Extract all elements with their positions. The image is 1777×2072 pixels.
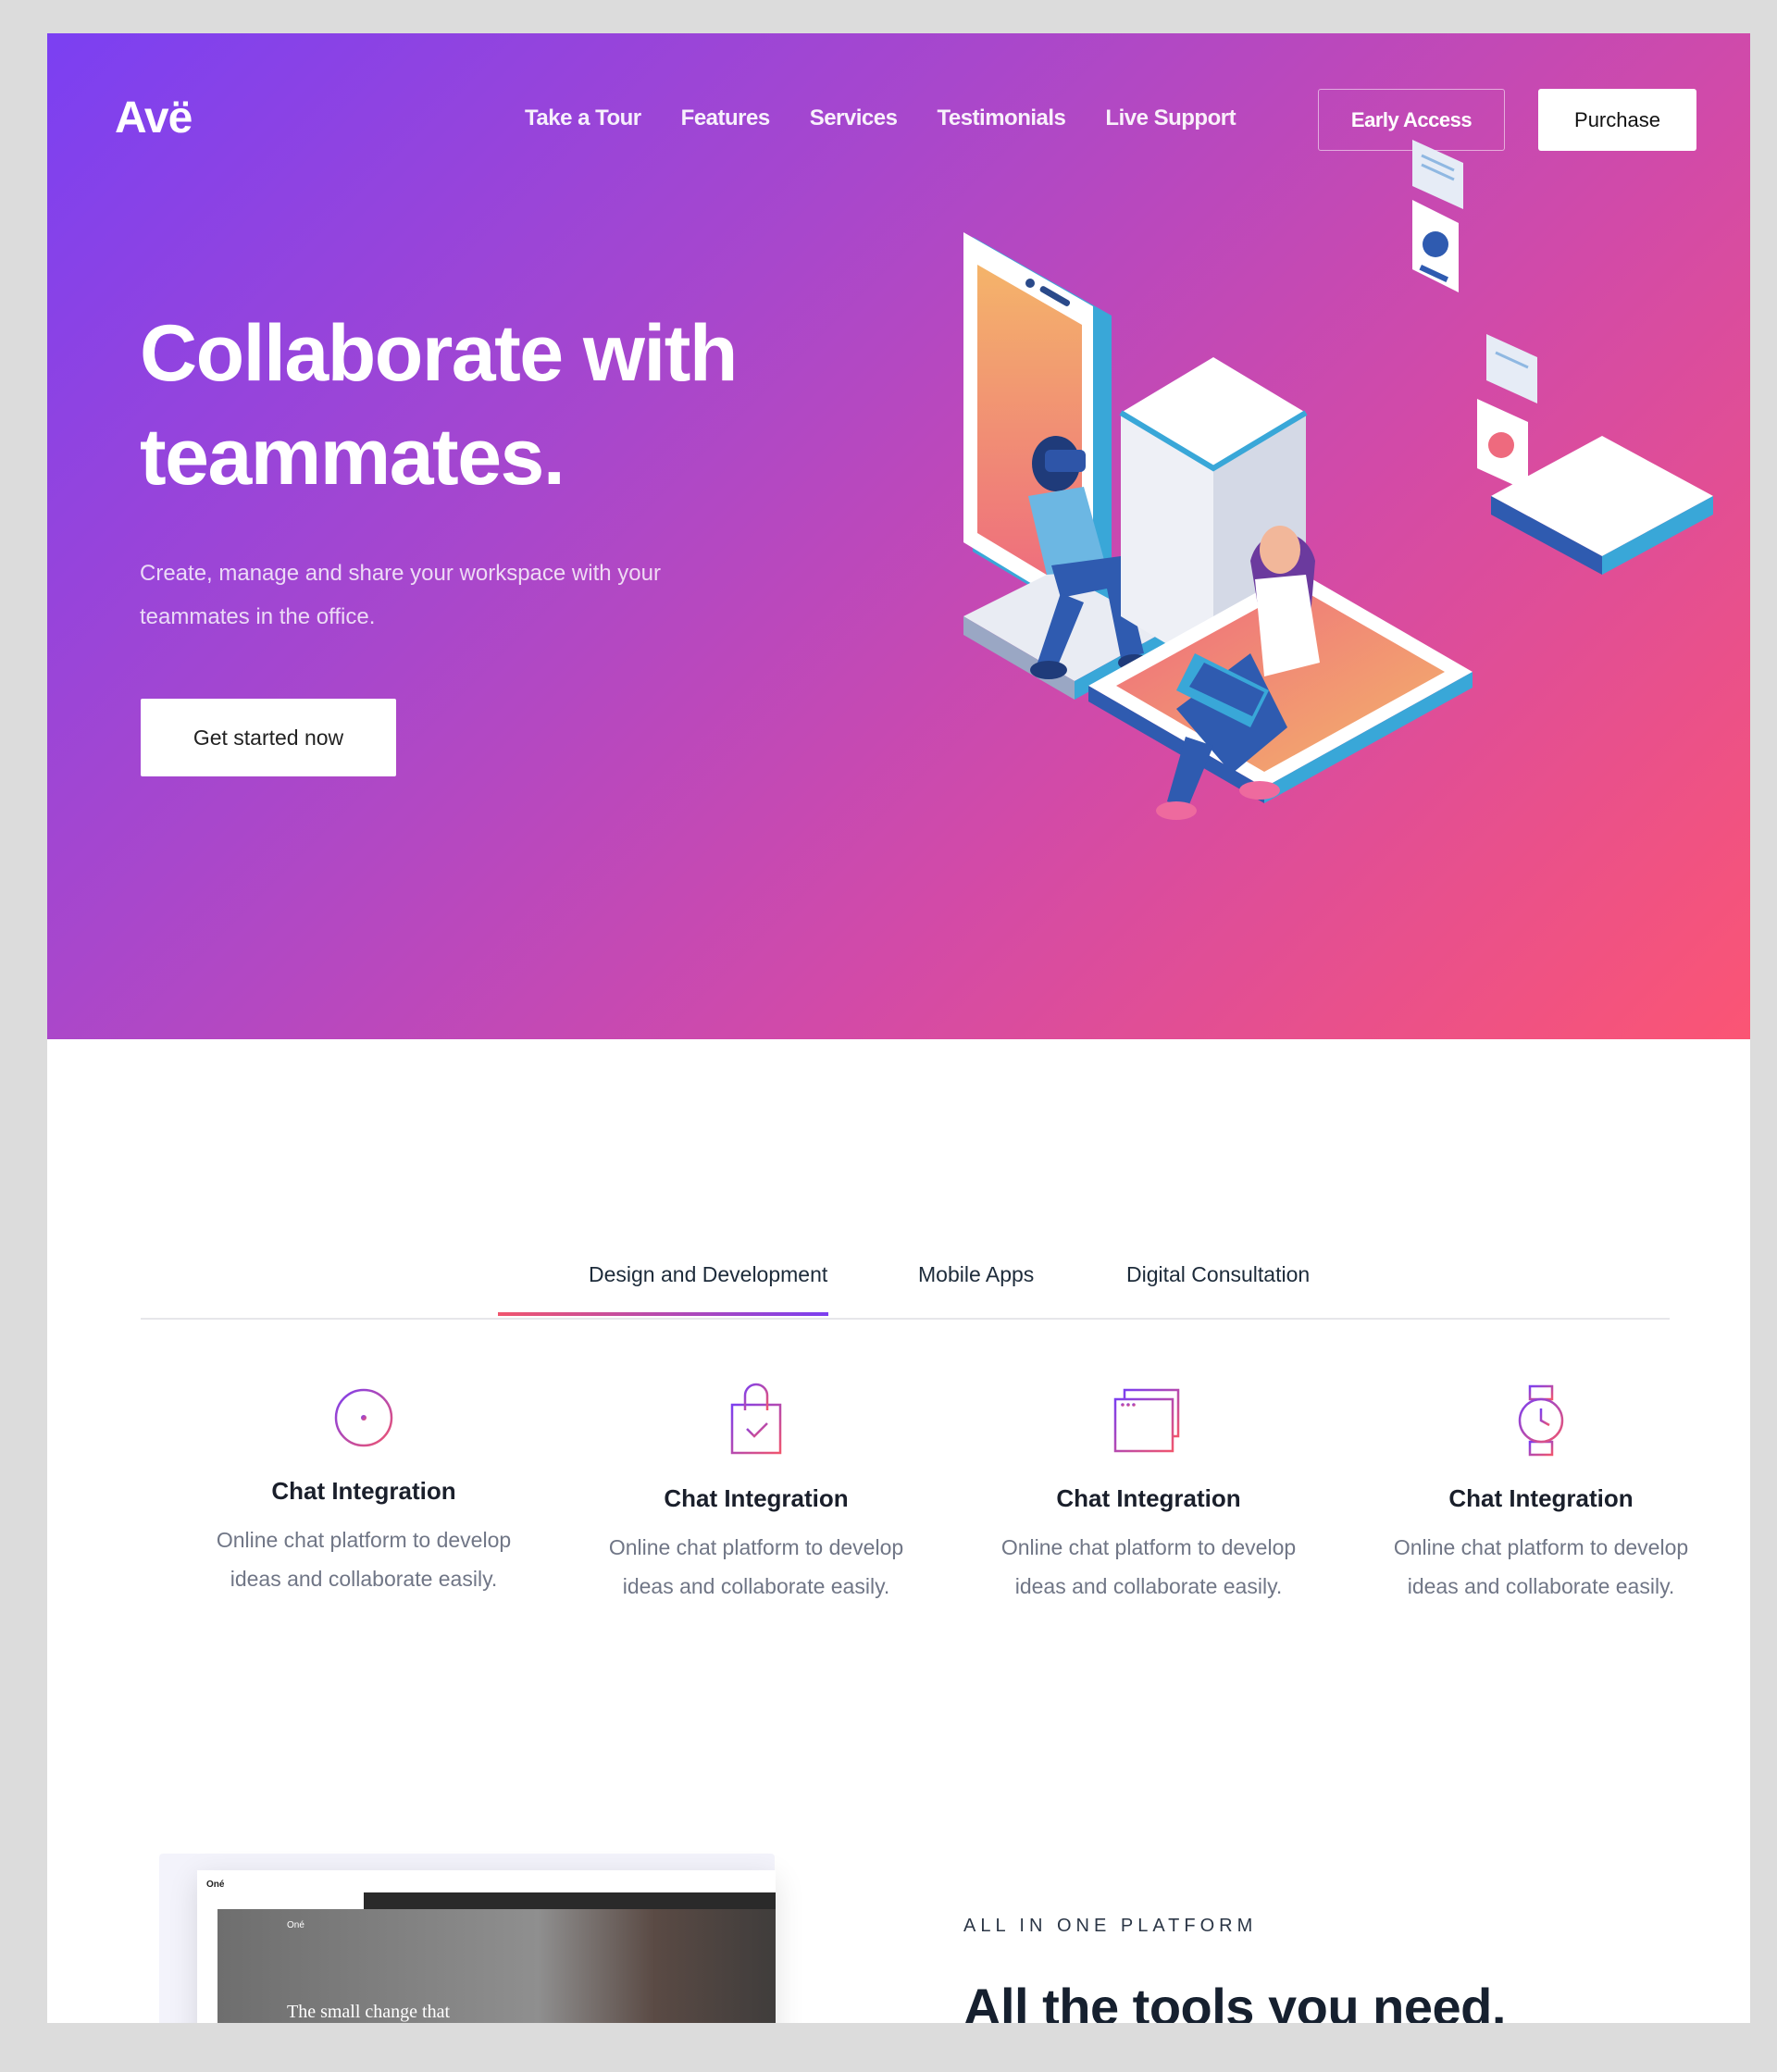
logo[interactable]: Avë xyxy=(115,93,193,143)
feature-description-line2: ideas and collaborate easily. xyxy=(622,1574,890,1598)
hero-subtitle-line2: teammates in the office. xyxy=(140,604,376,629)
nav-live-support[interactable]: Live Support xyxy=(1105,105,1236,131)
service-tabs: Design and Development Mobile Apps Digit… xyxy=(141,1227,1670,1320)
screenshot-strip xyxy=(364,1892,776,1909)
feature-description-line2: ideas and collaborate easily. xyxy=(230,1567,498,1591)
feature-card: Chat Integration Online chat platform to… xyxy=(590,1383,923,1606)
screenshot-inner-logo: Oné xyxy=(287,1920,304,1930)
floating-cards xyxy=(1412,140,1537,491)
hero-subtitle-line1: Create, manage and share your workspace … xyxy=(140,561,661,586)
product-screenshot: Oné Oné The small change that xyxy=(197,1870,776,2023)
feature-title: Chat Integration xyxy=(1056,1484,1241,1512)
screenshot-headline: The small change that xyxy=(287,2002,451,2022)
nav-take-a-tour[interactable]: Take a Tour xyxy=(525,105,641,131)
hero-title-line2: teammates. xyxy=(140,413,565,502)
feature-description-line2: ideas and collaborate easily. xyxy=(1407,1574,1675,1598)
stopwatch-icon xyxy=(334,1379,393,1447)
nav-services[interactable]: Services xyxy=(810,105,898,131)
main-nav: Take a Tour Features Services Testimonia… xyxy=(525,105,1275,131)
tab-design-and-development[interactable]: Design and Development xyxy=(589,1262,827,1287)
feature-description: Online chat platform to develop ideas an… xyxy=(590,1528,923,1606)
shopping-bag-icon xyxy=(730,1383,782,1455)
active-tab-indicator xyxy=(498,1312,828,1316)
tab-digital-consultation[interactable]: Digital Consultation xyxy=(1126,1262,1310,1287)
screenshot-logo: Oné xyxy=(206,1880,225,1890)
feature-description: Online chat platform to develop ideas an… xyxy=(982,1528,1315,1606)
feature-card: Chat Integration Online chat platform to… xyxy=(1374,1383,1708,1606)
get-started-button[interactable]: Get started now xyxy=(141,699,396,776)
feature-description-line1: Online chat platform to develop xyxy=(216,1528,512,1552)
nav-testimonials[interactable]: Testimonials xyxy=(937,105,1065,131)
hero-section: Avë Take a Tour Features Services Testim… xyxy=(47,33,1750,1039)
feature-card: Chat Integration Online chat platform to… xyxy=(982,1383,1315,1606)
feature-title: Chat Integration xyxy=(664,1484,849,1512)
section-kicker: ALL IN ONE PLATFORM xyxy=(963,1916,1258,1936)
section-title: All the tools you need. xyxy=(963,1978,1506,2023)
feature-description-line1: Online chat platform to develop xyxy=(1000,1535,1297,1559)
screenshot-hero-image: Oné The small change that xyxy=(217,1909,776,2023)
nav-features[interactable]: Features xyxy=(681,105,771,131)
feature-title: Chat Integration xyxy=(271,1477,456,1505)
page: Avë Take a Tour Features Services Testim… xyxy=(47,33,1750,2023)
wristwatch-icon xyxy=(1518,1384,1564,1457)
browser-windows-icon xyxy=(1113,1388,1180,1453)
feature-description-line1: Online chat platform to develop xyxy=(608,1535,904,1559)
hero-illustration xyxy=(963,140,1713,820)
hero-subtitle: Create, manage and share your workspace … xyxy=(140,552,769,639)
feature-description-line1: Online chat platform to develop xyxy=(1393,1535,1689,1559)
feature-description: Online chat platform to develop ideas an… xyxy=(1374,1528,1708,1606)
hero-title: Collaborate with teammates. xyxy=(140,302,880,509)
hero-title-line1: Collaborate with xyxy=(140,309,738,398)
feature-description: Online chat platform to develop ideas an… xyxy=(197,1520,530,1598)
feature-card: Chat Integration Online chat platform to… xyxy=(197,1375,530,1598)
feature-title: Chat Integration xyxy=(1448,1484,1634,1512)
feature-description-line2: ideas and collaborate easily. xyxy=(1014,1574,1283,1598)
tab-mobile-apps[interactable]: Mobile Apps xyxy=(918,1262,1034,1287)
